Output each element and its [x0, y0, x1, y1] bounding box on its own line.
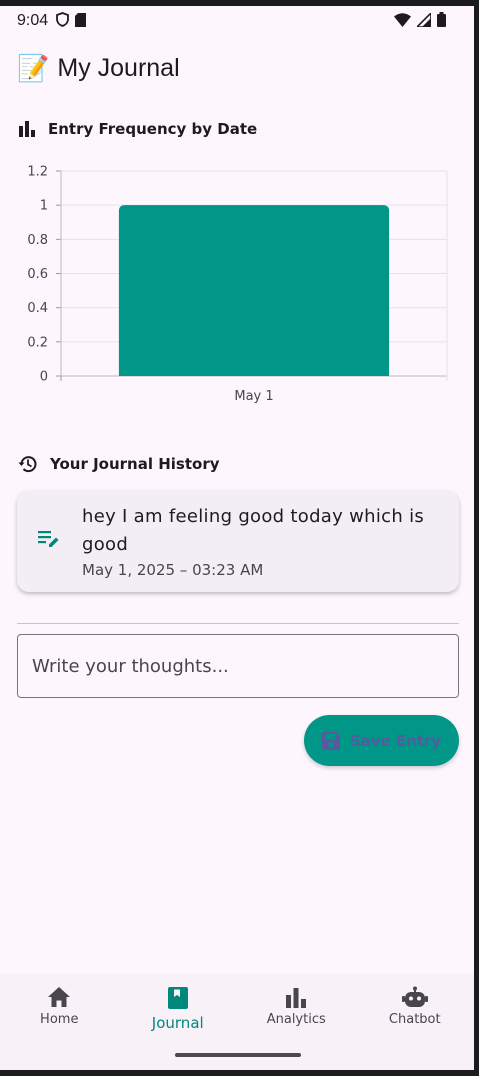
status-bar: 9:04	[0, 6, 474, 34]
chart-section-title: Entry Frequency by Date	[48, 120, 258, 138]
y-tick-label: 1.2	[27, 165, 48, 180]
sd-card-icon	[75, 12, 86, 27]
nav-chatbot[interactable]: Chatbot	[356, 974, 475, 1070]
memo-icon: 📝	[17, 52, 50, 83]
bar	[118, 205, 390, 376]
journal-icon	[167, 987, 188, 1009]
chart-section-header: Entry Frequency by Date	[18, 120, 257, 138]
nav-home-label: Home	[40, 1012, 79, 1027]
y-tick-label: 0.2	[27, 335, 48, 350]
home-icon	[48, 987, 71, 1007]
entry-date: May 1, 2025 – 03:23 AM	[82, 561, 264, 579]
chart-svg: 0 0.2 0.4 0.6 0.8 1 1.2 May 1	[27, 165, 448, 404]
x-tick-label: May 1	[234, 389, 273, 404]
y-tick-label: 1	[40, 199, 48, 214]
journal-entry-card[interactable]: hey I am feeling good today which is goo…	[17, 491, 459, 592]
shield-icon	[56, 12, 69, 27]
history-section-title: Your Journal History	[50, 455, 220, 473]
status-time: 9:04	[17, 12, 49, 29]
bar-chart-icon	[19, 121, 35, 137]
history-section-header: Your Journal History	[18, 454, 220, 474]
y-tick-label: 0.8	[27, 233, 48, 248]
entry-text: hey I am feeling good today which is goo…	[82, 506, 425, 555]
battery-icon	[437, 12, 446, 27]
entry-frequency-chart: 0 0.2 0.4 0.6 0.8 1 1.2 May 1	[0, 156, 474, 416]
edit-note-icon	[38, 531, 59, 547]
signal-icon	[417, 12, 431, 27]
nav-home[interactable]: Home	[0, 974, 119, 1070]
save-entry-button[interactable]: Save Entry	[304, 715, 459, 766]
nav-chatbot-label: Chatbot	[388, 1012, 441, 1027]
app-header: 📝 My Journal	[17, 50, 180, 86]
save-entry-label: Save Entry	[349, 731, 442, 750]
app-screen: 9:04 📝 My Journal Entry Frequency by Dat…	[0, 6, 474, 1070]
chatbot-icon	[401, 986, 428, 1007]
thoughts-input-container	[17, 634, 459, 698]
y-tick-label: 0.6	[27, 267, 48, 282]
nav-analytics-label: Analytics	[266, 1012, 326, 1027]
page-title: My Journal	[57, 53, 180, 82]
nav-journal-label: Journal	[151, 1014, 204, 1032]
wifi-icon	[394, 12, 411, 27]
history-icon	[18, 456, 37, 473]
thoughts-input[interactable]	[18, 635, 458, 697]
y-tick-label: 0.4	[27, 301, 48, 316]
y-tick-label: 0	[40, 370, 48, 385]
gesture-handle	[175, 1053, 301, 1057]
analytics-icon	[286, 988, 307, 1008]
save-icon	[321, 731, 340, 750]
divider	[17, 623, 459, 624]
